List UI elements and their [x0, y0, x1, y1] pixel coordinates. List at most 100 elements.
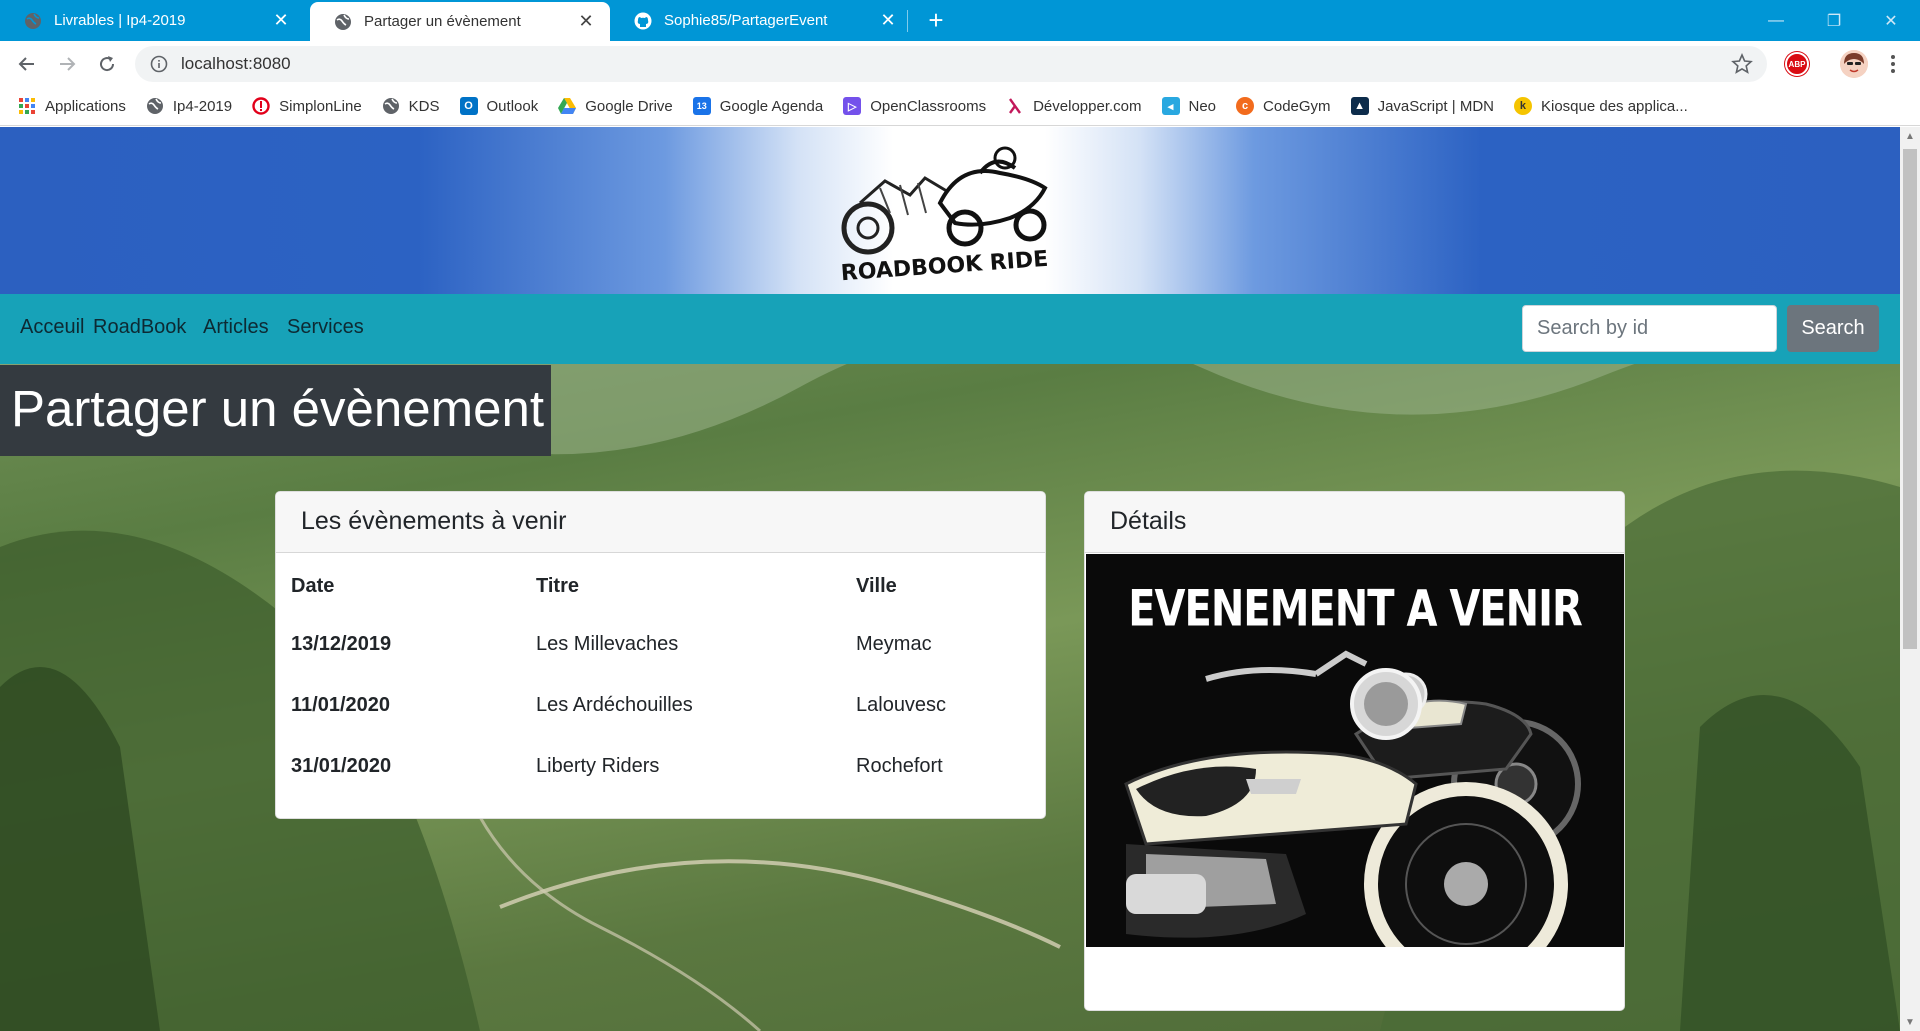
maximize-button[interactable]: ❐ [1805, 0, 1863, 41]
globe-icon [382, 97, 400, 115]
motorcycle-illustration [1124, 650, 1581, 947]
table-row[interactable]: 11/01/2020 Les Ardéchouilles Lalouvesc [276, 675, 1045, 736]
table-row[interactable]: 13/12/2019 Les Millevaches Meymac [276, 614, 1045, 675]
minimize-button[interactable]: — [1747, 0, 1805, 41]
tab-title: Sophie85/PartagerEvent [664, 12, 828, 29]
bookmark-google-drive[interactable]: Google Drive [558, 97, 673, 115]
tab-partager[interactable]: Partager un évènement ✕ [310, 2, 610, 41]
bookmark-kiosque[interactable]: k Kiosque des applica... [1513, 97, 1688, 115]
bookmark-neo[interactable]: ◂ Neo [1161, 97, 1217, 115]
arrow-right-icon [60, 57, 76, 71]
scroll-up-arrow-icon[interactable]: ▲ [1900, 127, 1920, 145]
event-city: Meymac [856, 633, 932, 655]
event-promo-image: EVENEMENT A VENIR [1086, 554, 1624, 947]
table-row[interactable]: 31/01/2020 Liberty Riders Rochefort [276, 736, 1045, 797]
close-window-button[interactable]: ✕ [1862, 0, 1920, 41]
bookmarks-bar: Applications Ip4-2019 SimplonLine KDS O … [0, 87, 1920, 126]
roadbook-ride-logo[interactable]: ROADBOOK RIDE [830, 133, 1060, 283]
bookmark-google-agenda[interactable]: 13 Google Agenda [692, 97, 824, 115]
nav-roadbook[interactable]: RoadBook [93, 316, 186, 339]
page-title: Partager un évènement [0, 365, 551, 456]
column-header-date: Date [291, 575, 335, 597]
github-icon [634, 12, 652, 30]
tab-strip: Livrables | Ip4-2019 ✕ Partager un évène… [0, 0, 1920, 41]
browser-menu-button[interactable] [1883, 51, 1903, 77]
globe-icon [24, 12, 42, 30]
close-tab-icon[interactable]: ✕ [576, 11, 596, 32]
bookmark-outlook[interactable]: O Outlook [459, 97, 539, 115]
tab-separator [907, 10, 908, 32]
event-title: Les Ardéchouilles [536, 694, 693, 716]
event-date: 13/12/2019 [291, 633, 392, 655]
page-scrollbar[interactable]: ▲ ▼ [1900, 127, 1920, 1031]
column-header-titre: Titre [536, 575, 579, 597]
events-card-header: Les évènements à venir [276, 492, 1045, 553]
bookmark-applications[interactable]: Applications [18, 97, 126, 115]
outlook-icon: O [459, 97, 478, 115]
event-date: 11/01/2020 [291, 694, 390, 716]
close-tab-icon[interactable]: ✕ [878, 10, 898, 31]
reload-button[interactable] [93, 50, 121, 78]
bookmark-label: Kiosque des applica... [1540, 97, 1688, 115]
bookmark-label: Outlook [486, 97, 539, 115]
table-header-row: Date Titre Ville [276, 553, 1045, 614]
site-navbar: Acceuil RoadBook Articles Services Searc… [0, 294, 1900, 364]
site-banner: ROADBOOK RIDE [0, 127, 1900, 294]
developpez-icon [1006, 97, 1024, 115]
address-bar[interactable]: localhost:8080 [135, 46, 1767, 82]
profile-avatar[interactable] [1840, 50, 1868, 78]
event-city: Lalouvesc [856, 694, 947, 716]
mdn-icon: ▲ [1350, 97, 1369, 115]
tab-title: Livrables | Ip4-2019 [54, 12, 186, 29]
openclassrooms-icon: ▷ [843, 97, 862, 115]
tab-livrables[interactable]: Livrables | Ip4-2019 ✕ [0, 0, 305, 41]
new-tab-button[interactable]: + [922, 6, 950, 34]
nav-services[interactable]: Services [287, 316, 364, 339]
bookmark-label: Neo [1188, 97, 1217, 115]
page-viewport: ROADBOOK RIDE Acceuil RoadBook Articles … [0, 127, 1920, 1031]
arrow-left-icon [18, 57, 34, 71]
forward-button[interactable] [53, 50, 81, 78]
back-button[interactable] [13, 50, 41, 78]
url-text: localhost:8080 [181, 54, 291, 73]
details-card-header: Détails [1085, 492, 1624, 553]
bookmark-label: Google Drive [585, 97, 673, 115]
events-card: Les évènements à venir Date Titre Ville … [275, 491, 1046, 819]
nav-articles[interactable]: Articles [203, 316, 269, 339]
bookmark-label: Google Agenda [719, 97, 824, 115]
info-icon[interactable] [149, 54, 169, 74]
event-title: Les Millevaches [536, 633, 679, 655]
calendar-icon: 13 [692, 97, 711, 115]
browser-toolbar: localhost:8080 ABP [0, 41, 1920, 87]
globe-icon [146, 97, 164, 115]
neo-icon: ◂ [1161, 97, 1180, 115]
globe-icon [334, 13, 352, 31]
tab-title: Partager un évènement [364, 13, 521, 30]
bookmark-codegym[interactable]: c CodeGym [1236, 97, 1331, 115]
adblock-plus-icon[interactable]: ABP [1785, 52, 1809, 76]
bookmark-kds[interactable]: KDS [382, 97, 440, 115]
scroll-down-arrow-icon[interactable]: ▼ [1900, 1013, 1920, 1031]
scrollbar-thumb[interactable] [1903, 149, 1917, 649]
bookmark-mdn[interactable]: ▲ JavaScript | MDN [1350, 97, 1494, 115]
tab-github[interactable]: Sophie85/PartagerEvent ✕ [610, 0, 912, 41]
codegym-icon: c [1236, 97, 1255, 115]
bookmark-developpez[interactable]: Développer.com [1006, 97, 1142, 115]
bookmark-label: OpenClassrooms [870, 97, 987, 115]
nav-acceuil[interactable]: Acceuil [20, 316, 84, 339]
bookmark-openclassrooms[interactable]: ▷ OpenClassrooms [843, 97, 986, 115]
bookmark-ip4[interactable]: Ip4-2019 [146, 97, 232, 115]
search-input[interactable] [1522, 305, 1777, 352]
bookmark-star-icon[interactable] [1731, 53, 1753, 75]
reload-icon [100, 56, 115, 72]
column-header-ville: Ville [856, 575, 897, 597]
event-title: Liberty Riders [536, 755, 660, 777]
bookmark-label: Ip4-2019 [172, 97, 233, 115]
bookmark-label: SimplonLine [279, 97, 362, 115]
bookmark-label: Applications [45, 97, 126, 115]
search-button[interactable]: Search [1787, 305, 1879, 352]
apps-grid-icon [18, 97, 36, 115]
close-tab-icon[interactable]: ✕ [271, 10, 291, 31]
bookmark-simplonline[interactable]: SimplonLine [252, 97, 362, 115]
events-table: Date Titre Ville 13/12/2019 Les Millevac… [276, 553, 1045, 797]
